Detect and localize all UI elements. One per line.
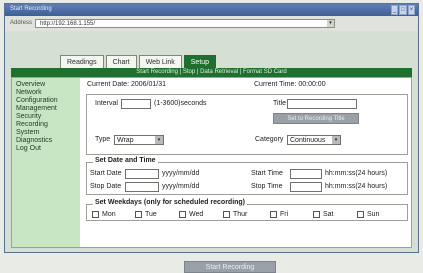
title-label: Title <box>273 100 286 107</box>
date-time-box: Set Date and Time Start Date yyyy/mm/dd … <box>86 157 408 195</box>
sidebar: Overview Network Configuration Managemen… <box>12 78 80 247</box>
address-input[interactable]: http://192.168.1.155/ <box>35 19 335 28</box>
setup-panel: Overview Network Configuration Managemen… <box>11 77 412 273</box>
start-date-label: Start Date <box>90 170 122 177</box>
start-time-format: hh:mm:ss(24 hours) <box>325 170 388 177</box>
tue-label: Tue <box>145 211 157 218</box>
start-time-input[interactable] <box>290 169 322 179</box>
title-input[interactable] <box>287 99 357 109</box>
current-date: Current Date: 2006/01/31 <box>87 81 166 88</box>
sat-checkbox[interactable] <box>313 211 320 218</box>
interval-input[interactable] <box>121 99 151 109</box>
sidebar-item-diagnostics[interactable]: Diagnostics <box>12 137 80 145</box>
sidebar-item-system[interactable]: System <box>12 129 80 137</box>
tab-bar: Readings Chart Web Link Setup <box>60 55 217 69</box>
page-content: Readings Chart Web Link Setup Start Reco… <box>5 31 418 273</box>
start-date-input[interactable] <box>125 169 159 179</box>
start-time-label: Start Time <box>251 170 283 177</box>
sub-navigation-links[interactable]: Start Recording | Stop | Data Retrieval … <box>11 69 412 75</box>
sub-navigation: Start Recording | Stop | Data Retrieval … <box>11 68 412 77</box>
sun-checkbox[interactable] <box>357 211 364 218</box>
chevron-down-icon: ▾ <box>332 136 340 144</box>
minimize-icon[interactable]: _ <box>391 5 399 15</box>
category-value: Continuous <box>290 137 326 144</box>
set-title-button[interactable]: Set to Recording Title <box>273 113 359 124</box>
title-bar: Start Recording _ □ × <box>5 4 418 16</box>
start-date-format: yyyy/mm/dd <box>162 170 200 177</box>
wed-checkbox[interactable] <box>179 211 186 218</box>
sidebar-item-recording[interactable]: Recording <box>12 121 80 129</box>
date-time-legend: Set Date and Time <box>93 157 158 164</box>
fri-label: Fri <box>280 211 289 218</box>
stop-time-format: hh:mm:ss(24 hours) <box>325 183 388 190</box>
type-label: Type <box>95 136 111 143</box>
stop-date-label: Stop Date <box>90 183 122 190</box>
stop-date-input[interactable] <box>125 182 159 192</box>
stop-date-format: yyyy/mm/dd <box>162 183 200 190</box>
recording-form: Current Date: 2006/01/31 Current Time: 0… <box>84 78 411 273</box>
sidebar-item-log-out[interactable]: Log Out <box>12 145 80 153</box>
tab-web-link[interactable]: Web Link <box>138 55 182 69</box>
tab-setup[interactable]: Setup <box>183 55 217 69</box>
mon-checkbox[interactable] <box>92 211 99 218</box>
sidebar-item-configuration[interactable]: Configuration <box>12 97 80 105</box>
type-select[interactable]: Wrap ▾ <box>114 135 164 145</box>
window-title: Start Recording <box>10 6 52 12</box>
recording-options-box: Interval (1-3600)seconds Title Set to Re… <box>86 94 408 155</box>
tab-chart[interactable]: Chart <box>105 55 137 69</box>
chevron-down-icon: ▾ <box>155 136 163 144</box>
interval-label: Interval <box>95 100 118 107</box>
sidebar-item-security[interactable]: Security <box>12 113 80 121</box>
wed-label: Wed <box>189 211 204 218</box>
sidebar-item-overview[interactable]: Overview <box>12 81 80 89</box>
close-icon[interactable]: × <box>407 5 415 15</box>
thur-label: Thur <box>233 211 248 218</box>
mon-label: Mon <box>102 211 116 218</box>
tue-checkbox[interactable] <box>135 211 142 218</box>
category-label: Category <box>255 136 284 143</box>
type-value: Wrap <box>117 137 134 144</box>
tab-readings[interactable]: Readings <box>60 55 104 69</box>
stop-time-label: Stop Time <box>251 183 283 190</box>
stop-time-input[interactable] <box>290 182 322 192</box>
category-select[interactable]: Continuous ▾ <box>287 135 341 145</box>
fri-checkbox[interactable] <box>270 211 277 218</box>
sun-label: Sun <box>367 211 380 218</box>
interval-hint: (1-3600)seconds <box>154 100 207 107</box>
window-controls: _ □ × <box>391 5 415 15</box>
weekdays-legend: Set Weekdays (only for scheduled recordi… <box>93 199 248 206</box>
sidebar-item-network[interactable]: Network <box>12 89 80 97</box>
address-dropdown-icon[interactable]: ▾ <box>327 20 334 27</box>
thur-checkbox[interactable] <box>223 211 230 218</box>
sat-label: Sat <box>323 211 334 218</box>
current-time: Current Time: 00:00:00 <box>254 81 326 88</box>
maximize-icon[interactable]: □ <box>399 5 407 15</box>
sidebar-item-management[interactable]: Management <box>12 105 80 113</box>
address-bar: Address http://192.168.1.155/ ▾ <box>5 16 418 32</box>
weekdays-box: Set Weekdays (only for scheduled recordi… <box>86 199 408 221</box>
start-recording-button[interactable]: Start Recording <box>184 261 276 273</box>
browser-window: Start Recording _ □ × Address http://192… <box>4 3 419 273</box>
address-label: Address <box>10 20 33 26</box>
